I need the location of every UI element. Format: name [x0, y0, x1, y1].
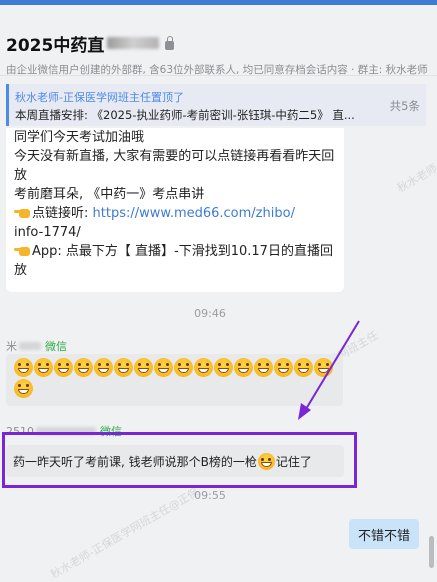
chat-title[interactable]: 2025中药直: [6, 31, 104, 56]
chat-scrollbar[interactable]: [427, 75, 437, 576]
grin-emoji-icon: [74, 358, 93, 377]
grin-emoji-icon: [54, 358, 73, 377]
grin-emoji-icon: [94, 358, 113, 377]
grin-emoji-icon: [194, 358, 213, 377]
my-message-text: 不错不错: [357, 528, 410, 544]
message-timestamp: 09:55: [194, 489, 226, 502]
wechat-tag: 微信: [45, 340, 67, 353]
message-line: 今天没有新直播, 大家有需要的可以点链接再看看昨天回: [14, 149, 335, 164]
pointing-hand-icon: [14, 244, 30, 256]
grin-emoji-icon: [274, 358, 293, 377]
sender-name-row[interactable]: 米 微信: [6, 338, 67, 354]
grin-emoji-icon: [314, 358, 333, 377]
scrollbar-thumb[interactable]: [429, 536, 434, 568]
app-instruction: App: 点最下方【 直播】-下滑找到10.17日的直播回: [32, 244, 333, 259]
pointing-hand-icon: [14, 206, 30, 218]
blurred-title-suffix: [107, 37, 160, 49]
link-label: 点链接听:: [32, 206, 93, 221]
live-link[interactable]: https://www.med66.com/zhibo/: [93, 206, 295, 221]
pinned-by-label: 秋水老师-正保医学网班主任置顶了: [15, 91, 184, 104]
pinned-message-bar[interactable]: 秋水老师-正保医学网班主任置顶了 本周直播安排: 《2025-执业药师-考前密训…: [6, 84, 426, 126]
grin-emoji-icon: [114, 358, 133, 377]
pinned-count[interactable]: 共5条: [390, 98, 420, 114]
message-bubble-emojis[interactable]: [6, 354, 343, 406]
grin-emoji-icon: [14, 379, 33, 398]
message-line: 同学们今天考试加油哦: [14, 130, 145, 145]
grin-emoji-icon: [134, 358, 153, 377]
message-timestamp: 09:46: [194, 307, 226, 320]
grin-emoji-icon: [254, 358, 273, 377]
message-bubble-announcement[interactable]: 同学们今天考试加油哦 今天没有新直播, 大家有需要的可以点链接再看看昨天回 放 …: [6, 128, 344, 292]
chat-subtitle: 由企业微信用户创建的外部群, 含63位外部联系人, 均已同意存档会话内容 · 群…: [6, 64, 428, 76]
grin-emoji-icon: [34, 358, 53, 377]
grin-emoji-icon: [14, 358, 33, 377]
grin-emoji-icon: [154, 358, 173, 377]
blurred-name: [19, 342, 41, 350]
annotation-highlight-box: [2, 432, 357, 488]
live-link-continued[interactable]: info-1774/: [14, 223, 336, 242]
message-line: 放: [14, 168, 28, 183]
sender-name[interactable]: 米: [6, 338, 17, 354]
lock-icon: [165, 35, 175, 50]
message-line: 考前磨耳朵, 《中药一》考点串讲: [14, 187, 205, 202]
message-link-line: 点链接听: https://www.med66.com/zhibo/: [14, 204, 336, 223]
message-line: 放: [14, 263, 28, 278]
chat-header: 2025中药直 由企业微信用户创建的外部群, 含63位外部联系人, 均已同意存档…: [0, 5, 437, 76]
grin-emoji-icon: [174, 358, 193, 377]
grin-emoji-icon: [294, 358, 313, 377]
grin-emoji-icon: [214, 358, 233, 377]
chat-title-row[interactable]: 2025中药直: [6, 31, 175, 56]
pinned-message-text: 本周直播安排: 《2025-执业药师-考前密训-张钰琪-中药二5》 直...: [15, 108, 355, 122]
my-message-bubble[interactable]: 不错不错: [349, 519, 419, 549]
message-app-line: App: 点最下方【 直播】-下滑找到10.17日的直播回: [14, 242, 336, 261]
grin-emoji-icon: [234, 358, 253, 377]
